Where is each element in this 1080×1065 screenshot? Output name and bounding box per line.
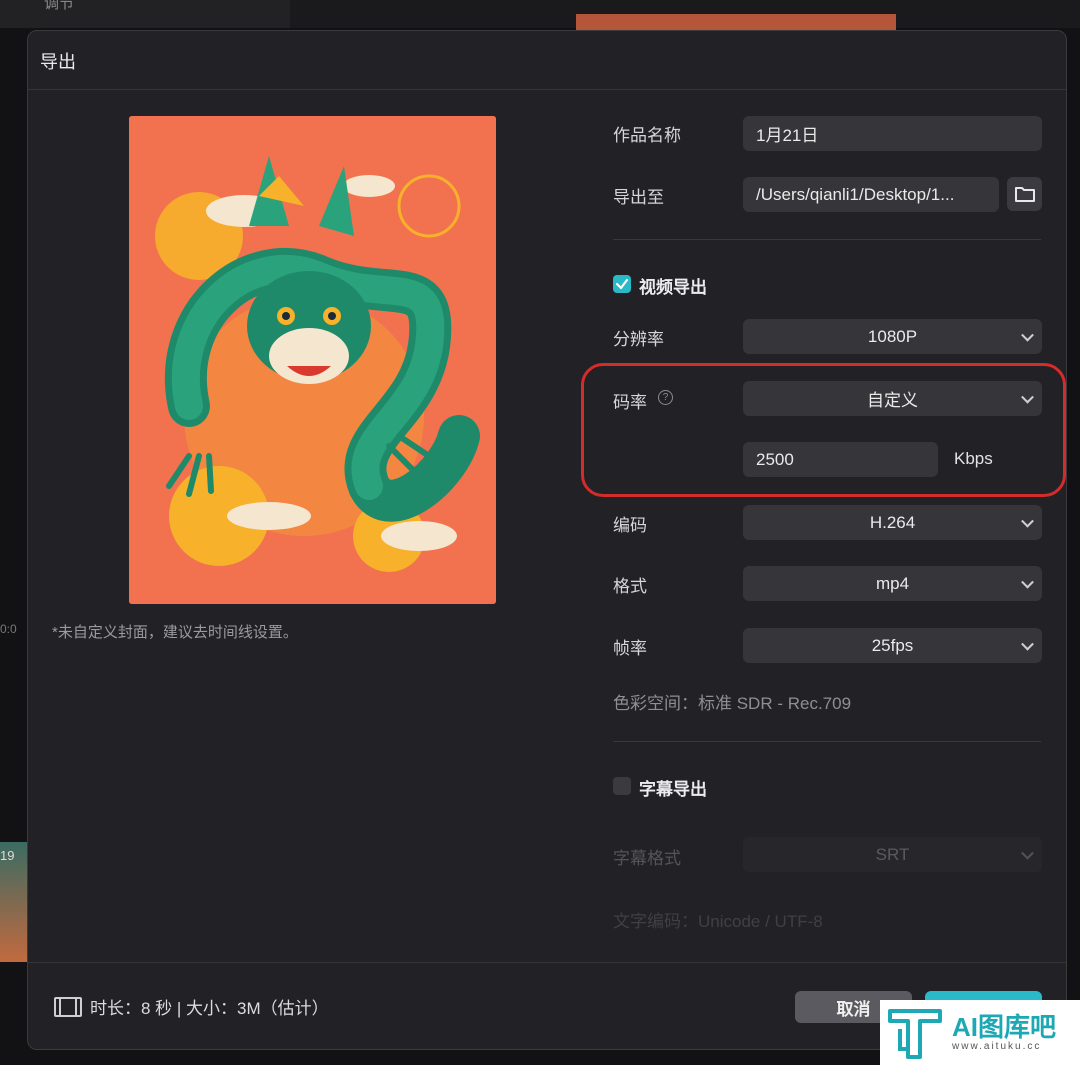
- film-icon: [54, 996, 82, 1017]
- subtitle-format-label: 字幕格式: [613, 849, 681, 868]
- format-label: 格式: [613, 577, 647, 596]
- framerate-label: 帧率: [613, 639, 647, 658]
- codec-label: 编码: [613, 516, 647, 535]
- framerate-select[interactable]: 25fps: [743, 628, 1042, 663]
- chevron-down-icon: [1021, 846, 1034, 860]
- video-export-checkbox[interactable]: [613, 275, 631, 293]
- format-select[interactable]: mp4: [743, 566, 1042, 601]
- background-clip: [576, 14, 896, 30]
- folder-icon: [1014, 187, 1035, 202]
- subtitle-format-value: SRT: [875, 844, 910, 864]
- export-dialog: 导出 *未自定义封面，建议去时间线设置。 作品名称 1月21日 导出至 /Use…: [27, 30, 1067, 1050]
- footer-divider: [28, 962, 1066, 963]
- text-encoding-info: 文字编码：Unicode / UTF-8: [613, 912, 823, 931]
- background-panel-label: 调节: [44, 0, 75, 12]
- chevron-down-icon: [1021, 637, 1034, 651]
- chevron-down-icon: [1021, 328, 1034, 342]
- cover-preview: [129, 116, 496, 604]
- dragon-illustration: [129, 116, 496, 604]
- chevron-down-icon: [1021, 514, 1034, 528]
- chevron-down-icon: [1021, 575, 1034, 589]
- section-divider: [613, 741, 1041, 742]
- background-panel: 调节: [0, 0, 290, 28]
- watermark: AI图库吧 www.aituku.cc: [880, 1000, 1080, 1065]
- background-thumbnail-label: 19: [0, 848, 15, 863]
- subtitle-export-checkbox[interactable]: [613, 777, 631, 795]
- subtitle-format-select: SRT: [743, 837, 1042, 872]
- watermark-logo-icon: [888, 1008, 942, 1059]
- resolution-select[interactable]: 1080P: [743, 319, 1042, 354]
- footer-info: 时长：8 秒 | 大小：3M（估计）: [54, 994, 329, 1019]
- export-to-label: 导出至: [613, 188, 664, 207]
- work-name-input[interactable]: 1月21日: [743, 116, 1042, 151]
- codec-value: H.264: [869, 512, 916, 532]
- duration-size-text: 时长：8 秒 | 大小：3M（估计）: [90, 999, 329, 1018]
- codec-select[interactable]: H.264: [743, 505, 1042, 540]
- background-time-label: 0:0: [0, 622, 17, 636]
- work-name-label: 作品名称: [613, 126, 681, 145]
- cover-note: *未自定义封面，建议去时间线设置。: [52, 624, 298, 641]
- subtitle-export-label: 字幕导出: [639, 780, 707, 799]
- format-value: mp4: [875, 573, 910, 593]
- color-space-info: 色彩空间：标准 SDR - Rec.709: [613, 694, 852, 713]
- dialog-title: 导出: [40, 52, 76, 72]
- resolution-value: 1080P: [867, 326, 918, 346]
- export-path-input[interactable]: /Users/qianli1/Desktop/1...: [743, 177, 999, 212]
- video-export-label: 视频导出: [639, 278, 707, 297]
- title-divider: [28, 89, 1066, 90]
- watermark-url: www.aituku.cc: [952, 1041, 1042, 1052]
- choose-folder-button[interactable]: [1007, 177, 1042, 211]
- highlight-annotation: [581, 363, 1066, 497]
- resolution-label: 分辨率: [613, 330, 664, 349]
- framerate-value: 25fps: [871, 635, 914, 655]
- watermark-brand: AI图库吧: [952, 1012, 1057, 1042]
- check-icon: [615, 278, 629, 290]
- section-divider: [613, 239, 1041, 240]
